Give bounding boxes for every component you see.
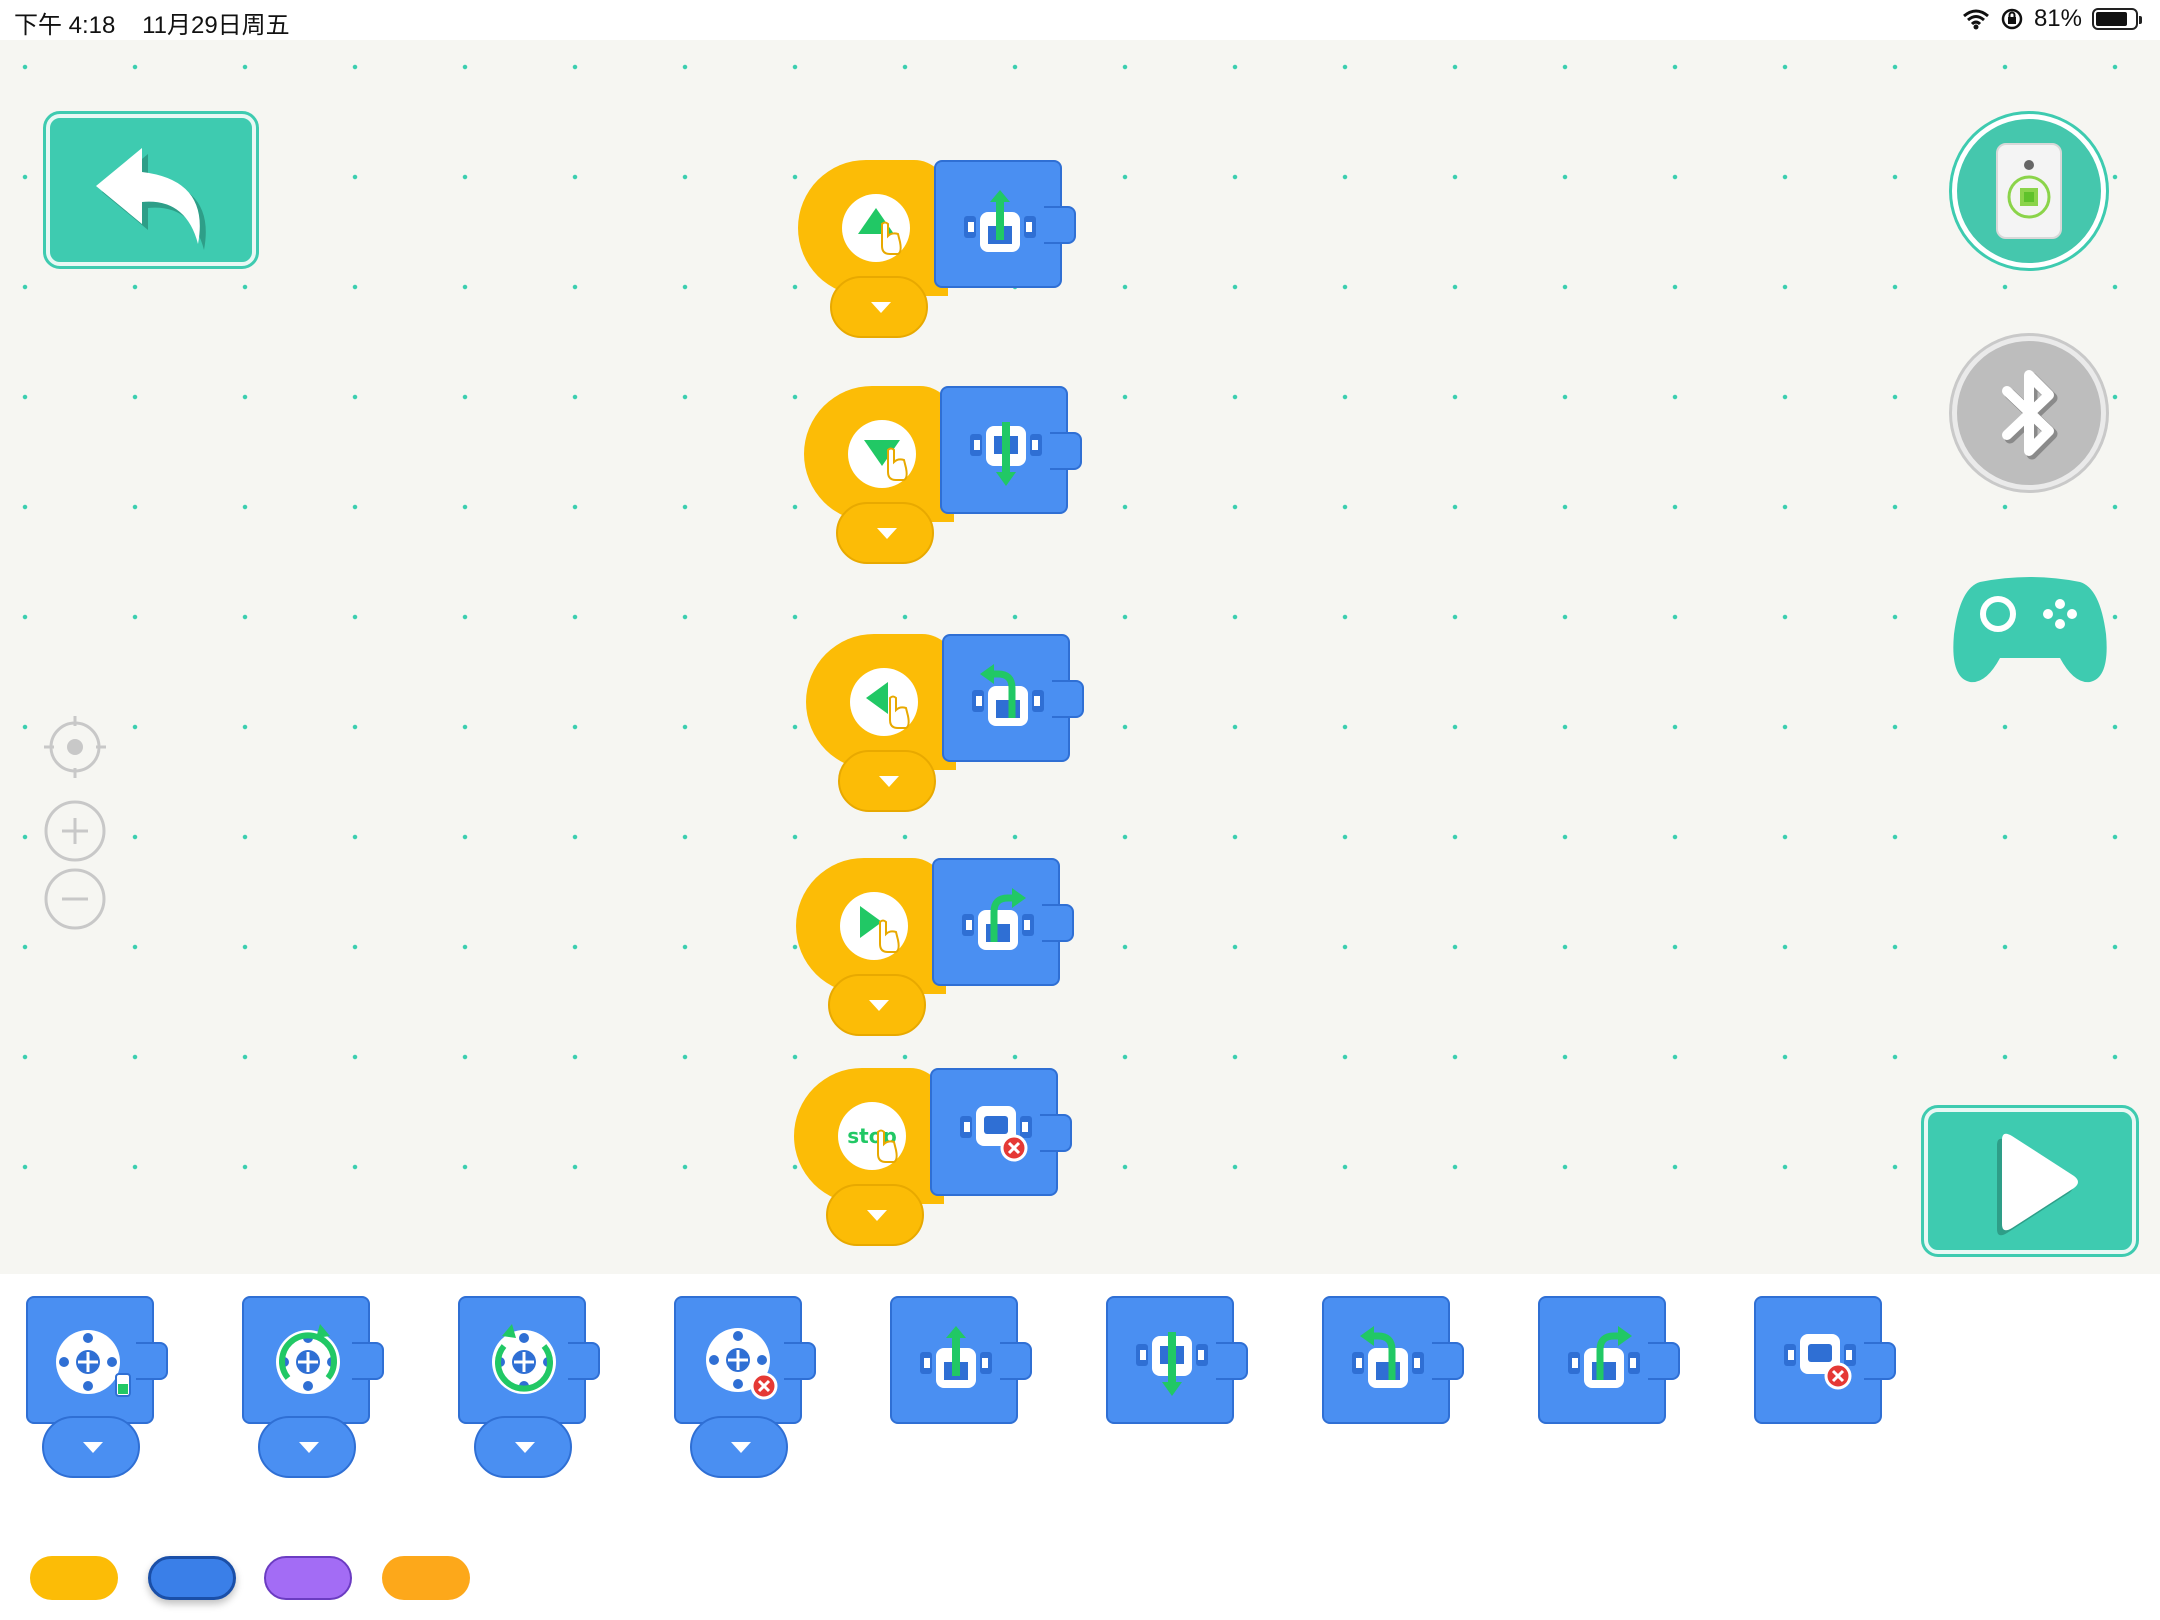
hat-dropdown-stop[interactable] xyxy=(826,1184,924,1246)
move-forward-icon xyxy=(964,190,1036,252)
palette-gripper-sensor[interactable] xyxy=(26,1296,176,1486)
left-button-press-icon xyxy=(866,682,910,729)
category-bar xyxy=(0,1534,2160,1620)
recenter-icon[interactable] xyxy=(40,712,110,782)
back-arrow-icon xyxy=(96,148,206,250)
status-left: 下午 4:18 11月29日周五 xyxy=(14,5,310,40)
robot-device-icon xyxy=(1996,143,2062,239)
action-block-backward[interactable] xyxy=(940,386,1082,514)
hat-dropdown-down[interactable] xyxy=(836,502,934,564)
action-block-turn-left[interactable] xyxy=(942,634,1084,762)
action-block-turn-right[interactable] xyxy=(932,858,1074,986)
stop-button-press-icon: stop xyxy=(838,1102,906,1170)
play-icon xyxy=(1997,1133,2078,1236)
hat-dropdown-left[interactable] xyxy=(838,750,936,812)
move-backward-icon xyxy=(1136,1332,1208,1396)
palette-turn-right[interactable] xyxy=(1538,1296,1688,1486)
palette-stop[interactable] xyxy=(1754,1296,1904,1486)
palette-dropdown[interactable] xyxy=(474,1416,572,1478)
palette-block[interactable] xyxy=(1322,1296,1464,1424)
wifi-icon xyxy=(1962,9,1989,30)
rotate-counterclockwise-icon xyxy=(492,1324,556,1394)
hat-dropdown-up[interactable] xyxy=(830,276,928,338)
turn-left-icon xyxy=(1352,1326,1424,1388)
palette-block[interactable] xyxy=(1754,1296,1896,1424)
status-bar: 下午 4:18 11月29日周五 81% xyxy=(0,0,2160,40)
program-stack-up[interactable] xyxy=(798,160,1098,350)
down-button-press-icon xyxy=(864,440,908,481)
bluetooth-icon xyxy=(2002,370,2058,460)
palette-forward[interactable] xyxy=(890,1296,1040,1486)
turn-left-icon xyxy=(972,664,1044,726)
program-stack-right[interactable] xyxy=(796,858,1096,1048)
gamepad-icon xyxy=(1953,577,2107,683)
palette-block[interactable] xyxy=(26,1296,168,1424)
palette-block[interactable] xyxy=(674,1296,816,1424)
palette-dropdown[interactable] xyxy=(690,1416,788,1478)
gamepad-button[interactable] xyxy=(1950,574,2110,693)
move-backward-icon xyxy=(970,422,1042,486)
category-control[interactable] xyxy=(382,1556,470,1600)
category-events[interactable] xyxy=(30,1556,118,1600)
zoom-out-icon[interactable] xyxy=(40,864,110,934)
rotate-clockwise-icon xyxy=(276,1324,340,1394)
turn-right-icon xyxy=(962,888,1034,950)
palette-block[interactable] xyxy=(242,1296,384,1424)
gripper-sensor-icon xyxy=(56,1330,131,1397)
zoom-in-icon[interactable] xyxy=(40,796,110,866)
palette-turn-left[interactable] xyxy=(1322,1296,1472,1486)
stop-motion-icon xyxy=(960,1106,1032,1162)
turn-right-icon xyxy=(1568,1326,1640,1388)
move-forward-icon xyxy=(920,1326,992,1388)
stop-motion-icon xyxy=(1784,1334,1856,1390)
category-looks[interactable] xyxy=(264,1556,352,1600)
action-block-stop[interactable] xyxy=(930,1068,1072,1196)
status-time: 下午 4:18 xyxy=(14,12,116,39)
palette-dropdown[interactable] xyxy=(258,1416,356,1478)
device-button[interactable] xyxy=(1952,114,2106,268)
palette-block[interactable] xyxy=(1538,1296,1680,1424)
code-canvas[interactable]: stop xyxy=(0,40,2160,1274)
palette-block[interactable] xyxy=(1106,1296,1248,1424)
program-stack-stop[interactable]: stop xyxy=(794,1068,1094,1258)
program-stack-left[interactable] xyxy=(806,634,1106,824)
palette-block[interactable] xyxy=(890,1296,1032,1424)
palette-dropdown[interactable] xyxy=(42,1416,140,1478)
palette-backward[interactable] xyxy=(1106,1296,1256,1486)
category-motion[interactable] xyxy=(148,1556,236,1600)
right-button-press-icon xyxy=(860,906,900,953)
battery-icon xyxy=(2092,8,2142,30)
action-block-forward[interactable] xyxy=(934,160,1076,288)
palette-rotate-ccw[interactable] xyxy=(458,1296,608,1486)
gripper-stop-icon xyxy=(706,1328,778,1400)
palette-rotate-cw[interactable] xyxy=(242,1296,392,1486)
up-button-press-icon xyxy=(858,208,902,255)
back-button[interactable] xyxy=(43,111,259,269)
status-date: 11月29日周五 xyxy=(142,12,290,39)
bluetooth-button[interactable] xyxy=(1952,336,2106,490)
status-right: 81% xyxy=(1962,5,2142,33)
palette-gripper-stop[interactable] xyxy=(674,1296,824,1486)
run-button[interactable] xyxy=(1921,1105,2139,1257)
block-palette xyxy=(0,1274,2160,1534)
palette-block[interactable] xyxy=(458,1296,600,1424)
orientation-lock-icon xyxy=(2001,8,2023,30)
program-stack-down[interactable] xyxy=(804,386,1104,576)
battery-percent: 81% xyxy=(2033,5,2082,32)
hat-dropdown-right[interactable] xyxy=(828,974,926,1036)
